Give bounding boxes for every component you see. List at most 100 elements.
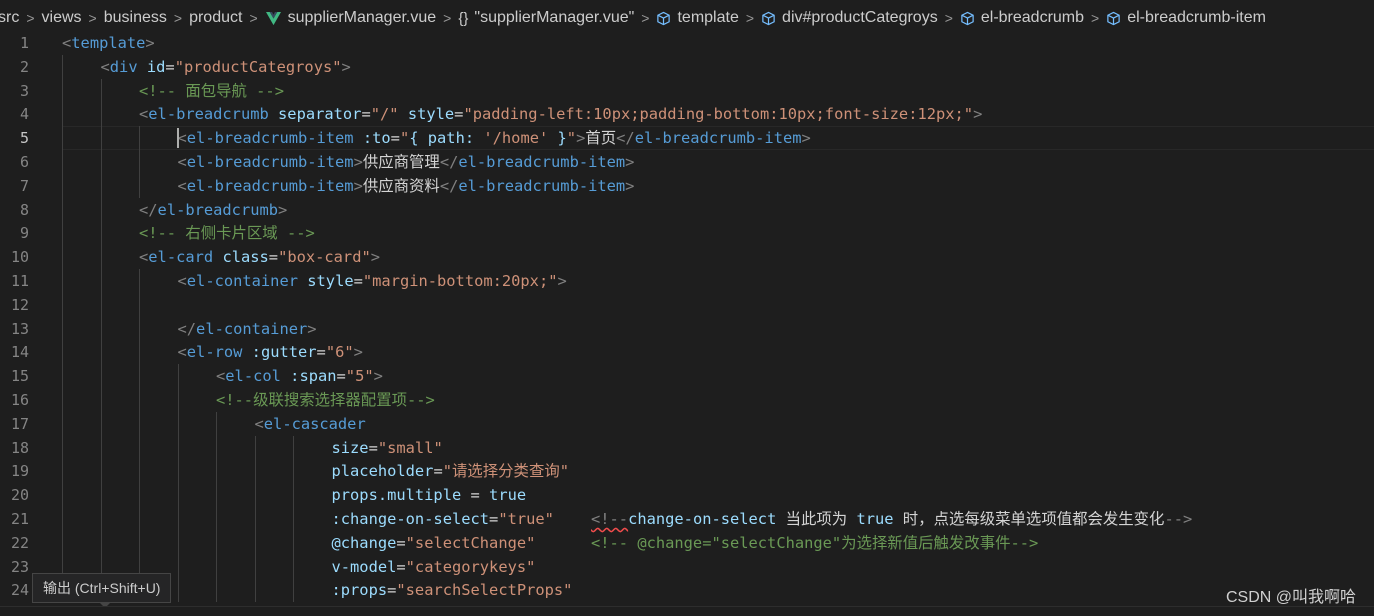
code-token: style [407,105,455,124]
code-line[interactable]: v-model="categorykeys" [332,555,536,579]
code-token: class [222,248,269,267]
line-number: 21 [10,510,29,528]
breadcrumb-separator: > [944,10,953,26]
line-number: 9 [19,224,29,243]
breadcrumb-label: supplierManager.vue [287,9,437,26]
code-line[interactable]: size="small" [332,436,443,460]
breadcrumb-label: "supplierManager.vue" [474,9,635,26]
code-line[interactable]: <el-cascader [255,412,366,436]
code-token: < [254,414,264,433]
code-token: "box-card" [278,248,371,267]
code-token: size [331,438,369,457]
code-token: el-breadcrumb-item [458,153,626,171]
code-token: < [177,176,187,195]
code-token: "padding-left:10px;padding-bottom:10px;f… [463,105,974,124]
breadcrumb-label: business [103,9,167,26]
code-line[interactable]: :change-on-select="true" <!--change-on-s… [332,507,1193,531]
breadcrumb-item[interactable]: business [104,9,167,27]
code-token: </ [177,319,197,338]
breadcrumb-item[interactable]: {} "supplierManager.vue" [458,9,634,27]
code-token: < [177,343,187,362]
code-line[interactable]: <template> [62,31,155,55]
line-number: 13 [10,319,29,338]
code-token: > [353,343,363,362]
breadcrumb-separator: > [88,10,97,26]
code-line[interactable]: </el-breadcrumb> [139,198,287,222]
text-cursor [177,128,179,148]
code-token: <!-- 右侧卡片区域 --> [139,224,315,243]
code-token: > [353,176,363,195]
code-line[interactable]: placeholder="请选择分类查询" [332,459,570,483]
code-line[interactable]: props.multiple = true [332,483,527,507]
code-token: = [368,438,378,457]
cube-icon [1106,11,1121,26]
breadcrumb-label: div#productCategroys [782,9,938,26]
code-line[interactable]: <el-row :gutter="6"> [178,340,363,364]
watermark-text: CSDN @叫我啊哈 [1225,589,1356,606]
code-token: > [625,153,635,171]
code-token: el-breadcrumb [157,200,279,219]
code-line[interactable]: <el-breadcrumb-item :to="{ path: '/home'… [178,126,811,150]
code-line[interactable]: <el-col :span="5"> [216,364,383,388]
code-token: < [177,153,187,171]
code-line[interactable]: <div id="productCategroys"> [101,55,351,79]
code-token: props.multiple [331,486,462,505]
breadcrumb-separator: > [1091,10,1100,26]
code-token: "请选择分类查询" [442,462,569,481]
code-token: > [373,367,383,386]
code-token: > [370,248,381,267]
code-token: el-col [225,367,281,386]
code-token: 供应商资料 [362,176,440,195]
code-line[interactable]: </el-container> [178,317,317,341]
code-token: true [856,510,894,528]
breadcrumb-label: product [189,9,243,26]
code-token: "productCategroys" [174,57,342,76]
line-number: 2 [19,57,29,76]
code-line[interactable]: <el-breadcrumb-item>供应商资料</el-breadcrumb… [178,174,635,198]
breadcrumb-item[interactable]: views [42,9,82,27]
breadcrumb-item[interactable]: el-breadcrumb [960,9,1084,27]
code-token: < [139,248,149,267]
breadcrumb-item[interactable]: template [656,9,739,27]
code-line[interactable]: <!--级联搜索选择器配置项--> [216,388,435,412]
line-number: 11 [10,272,29,290]
code-line[interactable]: <el-breadcrumb-item>供应商管理</el-breadcrumb… [178,150,635,174]
code-line[interactable]: <el-breadcrumb separator="/" style="padd… [139,102,982,126]
code-token: = [396,557,406,576]
breadcrumb-item[interactable]: supplierManager.vue [265,9,437,27]
code-editor[interactable]: 1 2 3 4 5 6 7 8 9 10 11 12 13 14 15 16 17 18 19 20 21 22 23 24 … [0,34,1374,615]
code-token: div [109,57,138,76]
breadcrumb-label: el-breadcrumb-item [1127,9,1266,26]
line-number: 19 [10,462,29,481]
breadcrumb-item[interactable]: product [189,9,242,27]
code-token: el-cascader [263,414,366,433]
code-token: > [625,176,635,195]
code-token: id [146,57,166,76]
breadcrumb-separator: > [173,10,183,26]
code-token: > [278,200,288,219]
breadcrumb-item[interactable]: el-breadcrumb-item [1106,9,1266,27]
breadcrumb-item[interactable]: div#productCategroys [761,9,938,27]
code-line[interactable]: <!-- 面包导航 --> [139,79,284,103]
tooltip-text: 输出 (Ctrl+Shift+U) [43,580,161,596]
code-token: el-breadcrumb-item [186,129,354,148]
code-token: <!-- 面包导航 --> [139,81,284,100]
code-line[interactable]: <el-container style="margin-bottom:20px;… [178,269,567,293]
code-line[interactable]: @change="selectChange" <!-- @change="sel… [332,531,1039,555]
code-line[interactable]: <!-- 右侧卡片区域 --> [139,221,315,245]
line-number: 18 [10,438,29,457]
indent-guide [254,435,256,603]
code-token: style [307,272,354,290]
code-token: < [139,105,149,124]
code-line[interactable]: <el-card class="box-card"> [139,245,380,269]
breadcrumb-separator: > [745,10,755,26]
code-line[interactable]: :props="searchSelectProps" [332,578,573,602]
vue-file-icon [265,11,282,26]
code-token: "searchSelectProps" [396,581,573,600]
indent-guide [216,411,217,603]
breadcrumb-item[interactable]: src [0,9,19,27]
